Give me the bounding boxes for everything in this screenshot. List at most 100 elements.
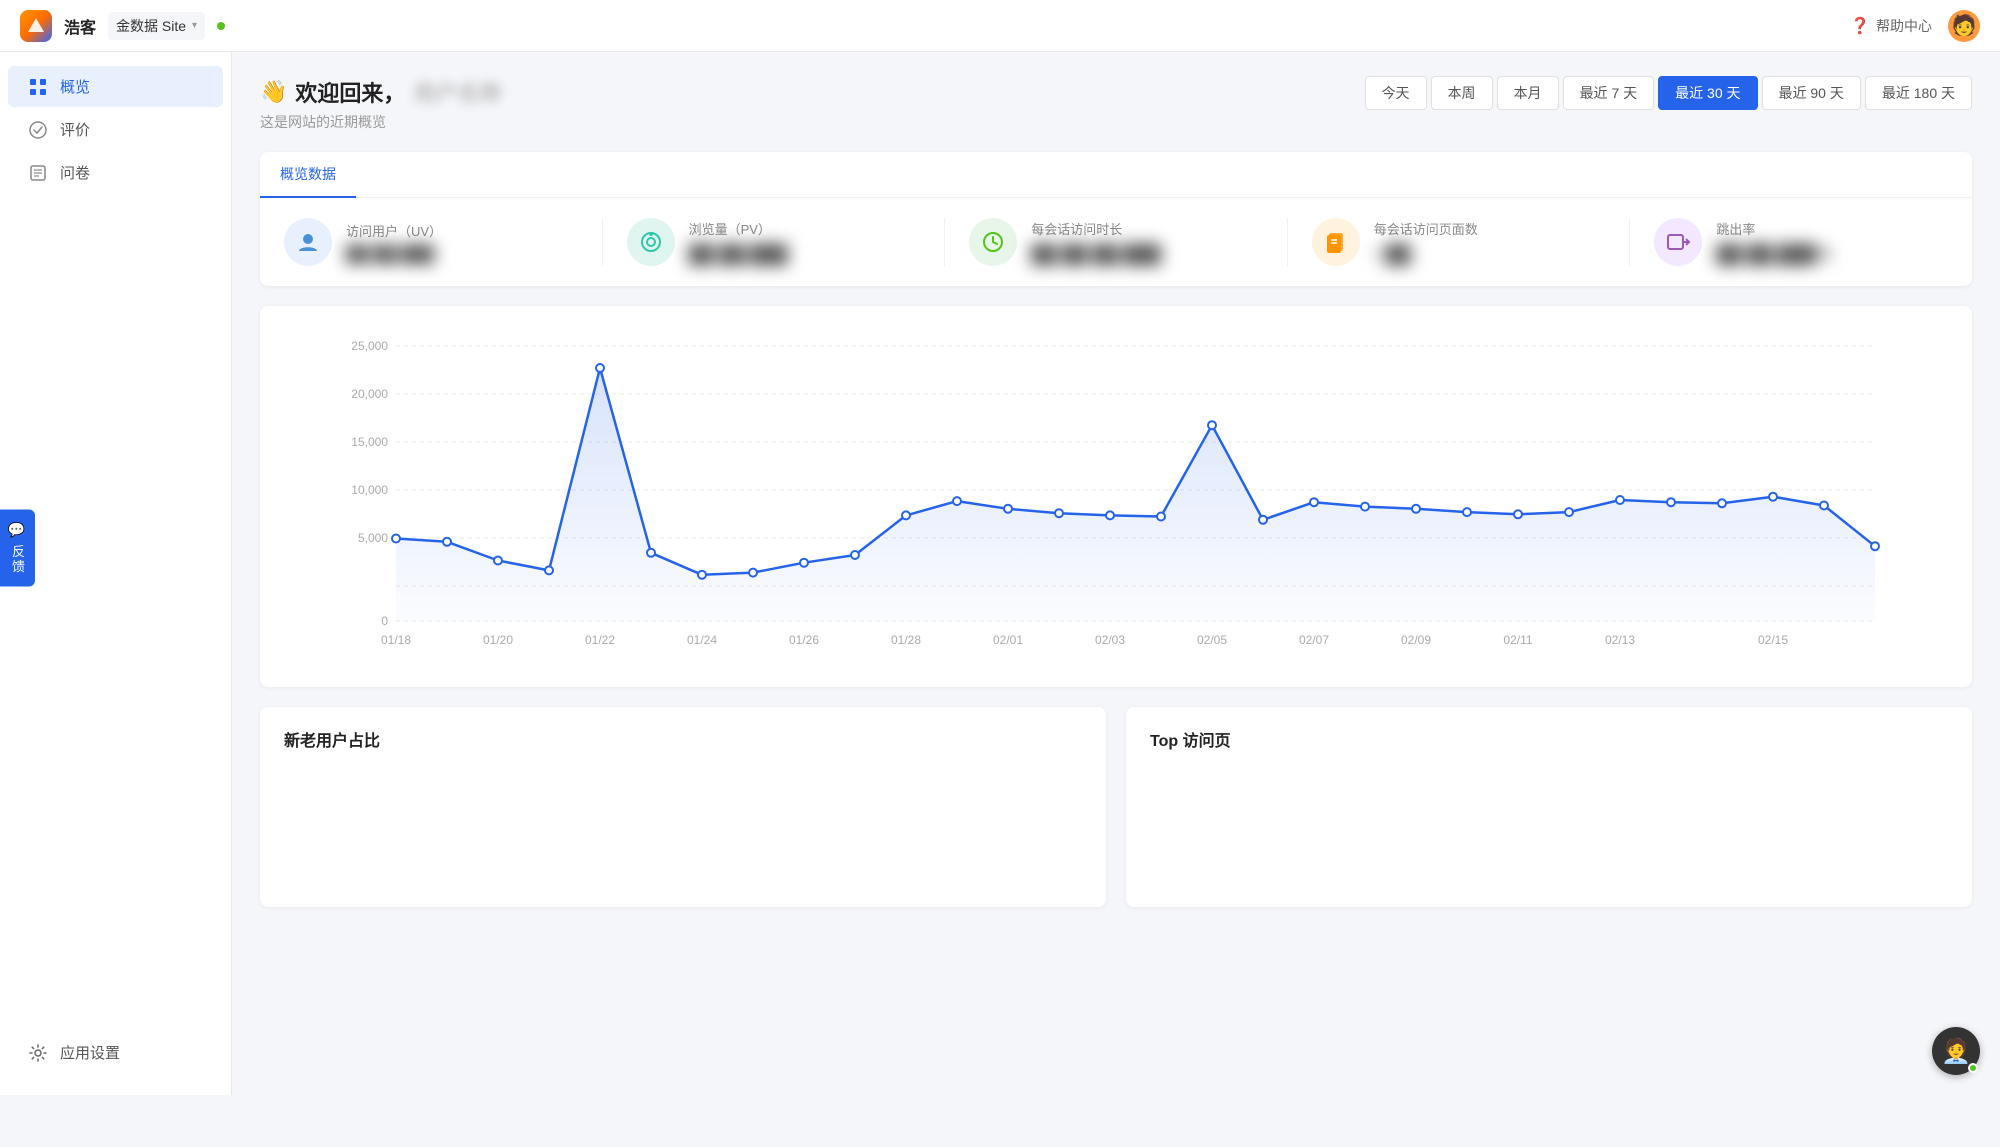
review-icon xyxy=(28,120,48,140)
welcome-section: 👋 欢迎回来， 用户名称 这是网站的近期概览 xyxy=(260,76,501,132)
bounce-value: ██ ██,███% xyxy=(1716,244,1831,265)
new-old-users-card: 新老用户占比 xyxy=(260,707,1106,907)
stats-tabs: 概览数据 xyxy=(260,152,1972,198)
svg-text:02/07: 02/07 xyxy=(1299,633,1329,647)
svg-text:15,000: 15,000 xyxy=(351,435,388,449)
sidebar-item-overview[interactable]: 概览 xyxy=(8,66,223,107)
stat-card-pv: 浏览量（PV） ██ ██,███ xyxy=(603,218,946,266)
pages-value: • ██ xyxy=(1374,244,1478,265)
pages-label: 每会话访问页面数 xyxy=(1374,219,1478,238)
page-subtitle: 这是网站的近期概览 xyxy=(260,112,501,132)
pages-icon xyxy=(1312,218,1360,266)
filter-today[interactable]: 今天 xyxy=(1365,76,1427,110)
svg-text:20,000: 20,000 xyxy=(351,387,388,401)
sidebar-bottom: 应用设置 xyxy=(0,1022,231,1083)
svg-text:5,000: 5,000 xyxy=(358,531,388,545)
svg-text:01/26: 01/26 xyxy=(789,633,819,647)
app-name: 浩客 xyxy=(64,14,96,38)
sidebar-item-review[interactable]: 评价 xyxy=(8,109,223,150)
stat-card-uv: 访问用户（UV） ██ ██,███ xyxy=(284,218,603,266)
svg-text:10,000: 10,000 xyxy=(351,483,388,497)
logo-icon xyxy=(20,10,52,42)
svg-text:25,000: 25,000 xyxy=(351,339,388,353)
time-filters: 今天 本周 本月 最近 7 天 最近 30 天 最近 90 天 最近 180 天 xyxy=(1365,76,1972,110)
bounce-icon xyxy=(1654,218,1702,266)
chevron-down-icon: ▾ xyxy=(192,20,197,31)
topnav-right: ❓ 帮助中心 🧑 xyxy=(1850,10,1980,42)
svg-text:02/01: 02/01 xyxy=(993,633,1023,647)
sidebar-label-overview: 概览 xyxy=(60,76,90,97)
bottom-row: 新老用户占比 Top 访问页 xyxy=(260,707,1972,907)
stats-tab-overview[interactable]: 概览数据 xyxy=(260,152,356,198)
pv-icon xyxy=(627,218,675,266)
uv-icon xyxy=(284,218,332,266)
svg-text:01/18: 01/18 xyxy=(381,633,411,647)
stat-card-session-duration: 每会话访问时长 ██ ██ ██,███ xyxy=(945,218,1288,266)
sidebar-label-settings: 应用设置 xyxy=(60,1042,120,1063)
sidebar-item-settings[interactable]: 应用设置 xyxy=(8,1032,223,1073)
avatar[interactable]: 🧑 xyxy=(1948,10,1980,42)
filter-90days[interactable]: 最近 90 天 xyxy=(1762,76,1861,110)
svg-text:01/24: 01/24 xyxy=(687,633,717,647)
filter-month[interactable]: 本月 xyxy=(1497,76,1559,110)
pv-value: ██ ██,███ xyxy=(689,244,788,265)
filter-180days[interactable]: 最近 180 天 xyxy=(1865,76,1972,110)
top-pages-card: Top 访问页 xyxy=(1126,707,1972,907)
status-indicator xyxy=(217,22,225,30)
pv-label: 浏览量（PV） xyxy=(689,219,788,238)
bounce-info: 跳出率 ██ ██,███% xyxy=(1716,219,1831,265)
stat-card-bounce: 跳出率 ██ ██,███% xyxy=(1630,218,1948,266)
feedback-label: 反馈 xyxy=(8,544,27,574)
top-pages-title: Top 访问页 xyxy=(1150,727,1948,751)
pages-info: 每会话访问页面数 • ██ xyxy=(1374,219,1478,265)
svg-text:01/20: 01/20 xyxy=(483,633,513,647)
pv-info: 浏览量（PV） ██ ██,███ xyxy=(689,219,788,265)
question-icon: ❓ xyxy=(1850,16,1870,36)
page-header: 👋 欢迎回来， 用户名称 这是网站的近期概览 今天 本周 本月 最近 7 天 最… xyxy=(260,76,1972,132)
session-duration-info: 每会话访问时长 ██ ██ ██,███ xyxy=(1031,219,1161,265)
svg-text:02/09: 02/09 xyxy=(1401,633,1431,647)
welcome-text: 欢迎回来， xyxy=(295,76,405,108)
line-chart: 25,000 20,000 15,000 10,000 5,000 0 xyxy=(284,326,1948,666)
stat-card-pages: 每会话访问页面数 • ██ xyxy=(1288,218,1631,266)
feedback-button[interactable]: 💬 反馈 xyxy=(0,509,35,586)
site-selector[interactable]: 金数据 Site ▾ xyxy=(108,12,205,40)
svg-text:02/15: 02/15 xyxy=(1758,633,1788,647)
wave-emoji: 👋 xyxy=(260,79,287,105)
session-duration-icon xyxy=(969,218,1017,266)
bounce-label: 跳出率 xyxy=(1716,219,1831,238)
settings-icon xyxy=(28,1043,48,1063)
main-content: 👋 欢迎回来， 用户名称 这是网站的近期概览 今天 本周 本月 最近 7 天 最… xyxy=(232,52,2000,1095)
svg-text:02/11: 02/11 xyxy=(1503,633,1532,647)
svg-text:02/03: 02/03 xyxy=(1095,633,1125,647)
help-label: 帮助中心 xyxy=(1876,16,1932,36)
filter-30days[interactable]: 最近 30 天 xyxy=(1658,76,1757,110)
svg-text:02/05: 02/05 xyxy=(1197,633,1227,647)
stats-cards: 访问用户（UV） ██ ██,███ 浏览量（PV） ██ ██,███ xyxy=(260,198,1972,286)
new-old-users-title: 新老用户占比 xyxy=(284,727,1082,751)
chat-widget[interactable]: 🧑‍💼 xyxy=(1932,1027,1980,1075)
uv-info: 访问用户（UV） ██ ██,███ xyxy=(346,221,442,264)
session-duration-label: 每会话访问时长 xyxy=(1031,219,1161,238)
stats-section: 概览数据 访问用户（UV） ██ ██,███ xyxy=(260,152,1972,286)
username-blurred: 用户名称 xyxy=(413,76,501,108)
svg-text:0: 0 xyxy=(381,614,388,628)
session-duration-value: ██ ██ ██,███ xyxy=(1031,244,1161,265)
site-name: 金数据 Site xyxy=(116,16,186,36)
svg-text:02/13: 02/13 xyxy=(1605,633,1635,647)
overview-icon xyxy=(28,77,48,97)
sidebar-label-review: 评价 xyxy=(60,119,90,140)
topnav: 浩客 金数据 Site ▾ ❓ 帮助中心 🧑 xyxy=(0,0,2000,52)
help-button[interactable]: ❓ 帮助中心 xyxy=(1850,16,1932,36)
sidebar-item-survey[interactable]: 问卷 xyxy=(8,152,223,193)
sidebar-label-survey: 问卷 xyxy=(60,162,90,183)
filter-7days[interactable]: 最近 7 天 xyxy=(1563,76,1655,110)
filter-week[interactable]: 本周 xyxy=(1431,76,1493,110)
uv-label: 访问用户（UV） xyxy=(346,221,442,240)
survey-icon xyxy=(28,163,48,183)
page-title: 👋 欢迎回来， 用户名称 xyxy=(260,76,501,108)
svg-text:01/22: 01/22 xyxy=(585,633,615,647)
chart-section: 25,000 20,000 15,000 10,000 5,000 0 xyxy=(260,306,1972,687)
uv-value: ██ ██,███ xyxy=(346,246,442,264)
svg-text:01/28: 01/28 xyxy=(891,633,921,647)
